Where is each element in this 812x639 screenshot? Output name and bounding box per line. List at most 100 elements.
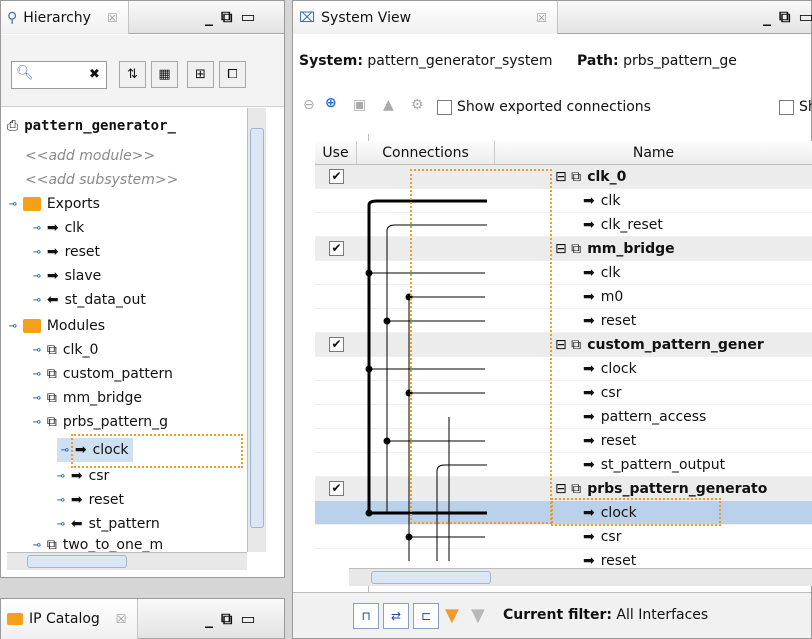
export-item[interactable]: ⊸ ➡ reset: [33, 240, 100, 264]
name-cell: ⊟ ⧉ custom_pattern_gener: [555, 333, 764, 357]
detach-icon[interactable]: ⧉: [221, 609, 232, 629]
hierarchy-tabbar: ⚲ Hierarchy ☒ _ ⧉ ▭: [1, 1, 284, 34]
close-icon[interactable]: ☒: [536, 11, 547, 25]
horizontal-scrollbar[interactable]: [7, 552, 247, 570]
filter-conduit-icon[interactable]: ⇄: [383, 603, 409, 629]
expand-all-button[interactable]: ⊞: [187, 61, 214, 88]
use-checkbox[interactable]: ✔: [329, 241, 344, 256]
port-icon: ➡: [46, 268, 59, 284]
zoom-fit-icon[interactable]: ▣: [353, 97, 366, 113]
system-view-panel: ⌧ System View ☒ _ ⧉ ▭ System: pattern_ge…: [292, 0, 812, 639]
port-icon: ➡: [583, 385, 595, 401]
show-other-checkbox[interactable]: Sh: [779, 99, 812, 115]
column-header-name[interactable]: Name: [495, 141, 812, 165]
port-icon: ➡: [583, 529, 595, 545]
tree-node-icon: ⊸: [57, 516, 65, 532]
port-icon: ➡: [583, 217, 595, 233]
module-icon: ⧉: [46, 342, 57, 358]
tree-node-icon: ⊸: [9, 196, 17, 212]
maximize-icon[interactable]: ▭: [240, 7, 255, 27]
checkbox-icon[interactable]: [437, 99, 452, 115]
module-item[interactable]: ⊸ ⧉ mm_bridge: [33, 386, 142, 410]
add-module-item[interactable]: <<add module>>: [25, 144, 155, 168]
port-icon: ➡: [583, 361, 595, 377]
system-view-icon: ⌧: [299, 9, 316, 26]
move-up-icon[interactable]: ▲: [383, 97, 394, 113]
exports-folder[interactable]: ⊸ Exports: [9, 192, 100, 216]
export-item[interactable]: ⊸ ➡ slave: [33, 264, 101, 288]
horizontal-scrollbar[interactable]: [349, 568, 812, 586]
port-icon: ➡: [583, 433, 595, 449]
tab-system-view[interactable]: ⌧ System View ☒: [293, 1, 558, 34]
filter-signals-icon[interactable]: ⊓: [353, 603, 379, 629]
row-label: reset: [600, 313, 637, 329]
export-item[interactable]: ⊸ ⬅ st_data_out: [33, 288, 146, 312]
collapse-all-button[interactable]: ⧠: [219, 61, 246, 88]
name-cell: ➡ clock: [583, 501, 637, 525]
maximize-icon[interactable]: ▭: [798, 7, 812, 27]
prbs-child-item[interactable]: ⊸ ➡ csr: [57, 464, 109, 488]
module-icon: ⊟ ⧉: [555, 337, 582, 353]
connections-graph: [365, 199, 487, 561]
use-checkbox[interactable]: ✔: [329, 169, 344, 184]
column-header-use[interactable]: Use: [315, 141, 357, 165]
zoom-out-icon[interactable]: ⊖: [303, 97, 315, 113]
port-icon: ➡: [583, 505, 595, 521]
junction-dot: [365, 365, 373, 373]
checkbox-icon[interactable]: [779, 99, 794, 115]
export-item[interactable]: ⊸ ➡ clk: [33, 216, 84, 240]
module-item[interactable]: ⊸ ⧉ two_to_one_m: [33, 538, 163, 552]
tree-root[interactable]: ⎙ pattern_generator_: [7, 114, 176, 138]
vertical-scrollbar[interactable]: [247, 108, 266, 552]
filter-icon[interactable]: ▼: [445, 605, 459, 626]
clear-search-icon[interactable]: ✖: [81, 61, 108, 88]
port-icon: ➡: [46, 244, 59, 260]
maximize-icon[interactable]: ▭: [240, 609, 255, 629]
prbs-child-item[interactable]: ⊸ ⬅ st_pattern: [57, 512, 160, 536]
row-label: clk: [600, 193, 621, 209]
settings-icon[interactable]: ⚙: [411, 97, 424, 113]
prbs-child-item-selected[interactable]: ⊸ ➡ clock: [57, 438, 133, 462]
close-icon[interactable]: ☒: [107, 11, 118, 25]
scroll-thumb[interactable]: [250, 128, 264, 528]
detach-icon[interactable]: ⧉: [779, 7, 790, 27]
sync-button[interactable]: ⇅: [119, 61, 146, 88]
system-table: Use Connections Name ✔ ⊟ ⧉ clk_0 ➡ clk ➡ clk_r…: [315, 141, 812, 571]
module-icon: ⧉: [46, 366, 57, 382]
tab-hierarchy[interactable]: ⚲ Hierarchy ☒: [1, 1, 129, 34]
window-controls: _ ⧉ ▭: [205, 7, 256, 27]
tree-node-icon: ⊸: [33, 244, 41, 260]
row-label: csr: [600, 385, 622, 401]
name-cell: ➡ pattern_access: [583, 405, 706, 429]
show-exported-checkbox[interactable]: Show exported connections: [437, 99, 651, 115]
scroll-thumb[interactable]: [371, 571, 491, 584]
prbs-child-item[interactable]: ⊸ ➡ reset: [57, 488, 124, 512]
column-header-connections[interactable]: Connections: [357, 141, 495, 165]
zoom-in-icon[interactable]: ⊕: [325, 95, 337, 111]
close-icon[interactable]: ☒: [116, 612, 127, 626]
tree-node-icon: ⊸: [33, 342, 41, 358]
clear-filter-icon[interactable]: ▼: [471, 605, 485, 626]
modules-folder[interactable]: ⊸ Modules: [9, 314, 105, 338]
use-checkbox[interactable]: ✔: [329, 481, 344, 496]
port-icon: ➡: [583, 553, 595, 569]
add-subsystem-item[interactable]: <<add subsystem>>: [25, 168, 178, 192]
filter-interfaces-icon[interactable]: ⊏: [413, 603, 439, 629]
row-label: prbs_pattern_generato: [587, 481, 768, 497]
junction-dot: [405, 533, 413, 541]
module-item[interactable]: ⊸ ⧉ prbs_pattern_g: [33, 410, 168, 434]
scroll-thumb[interactable]: [27, 555, 127, 568]
tab-ip-catalog[interactable]: IP Catalog ☒: [1, 599, 138, 639]
window-controls: _ ⧉ ▭: [205, 609, 256, 629]
color-view-button[interactable]: ▦: [151, 61, 178, 88]
module-item[interactable]: ⊸ ⧉ clk_0: [33, 338, 98, 362]
use-checkbox[interactable]: ✔: [329, 337, 344, 352]
hierarchy-icon: ⚲: [7, 9, 18, 26]
tree-node-icon: ⊸: [9, 318, 17, 334]
module-item[interactable]: ⊸ ⧉ custom_pattern: [33, 362, 173, 386]
detach-icon[interactable]: ⧉: [221, 7, 232, 27]
ip-catalog-panel: IP Catalog ☒ _ ⧉ ▭: [0, 598, 285, 639]
minimize-icon[interactable]: _: [205, 7, 213, 27]
minimize-icon[interactable]: _: [205, 609, 213, 629]
minimize-icon[interactable]: _: [763, 7, 771, 27]
